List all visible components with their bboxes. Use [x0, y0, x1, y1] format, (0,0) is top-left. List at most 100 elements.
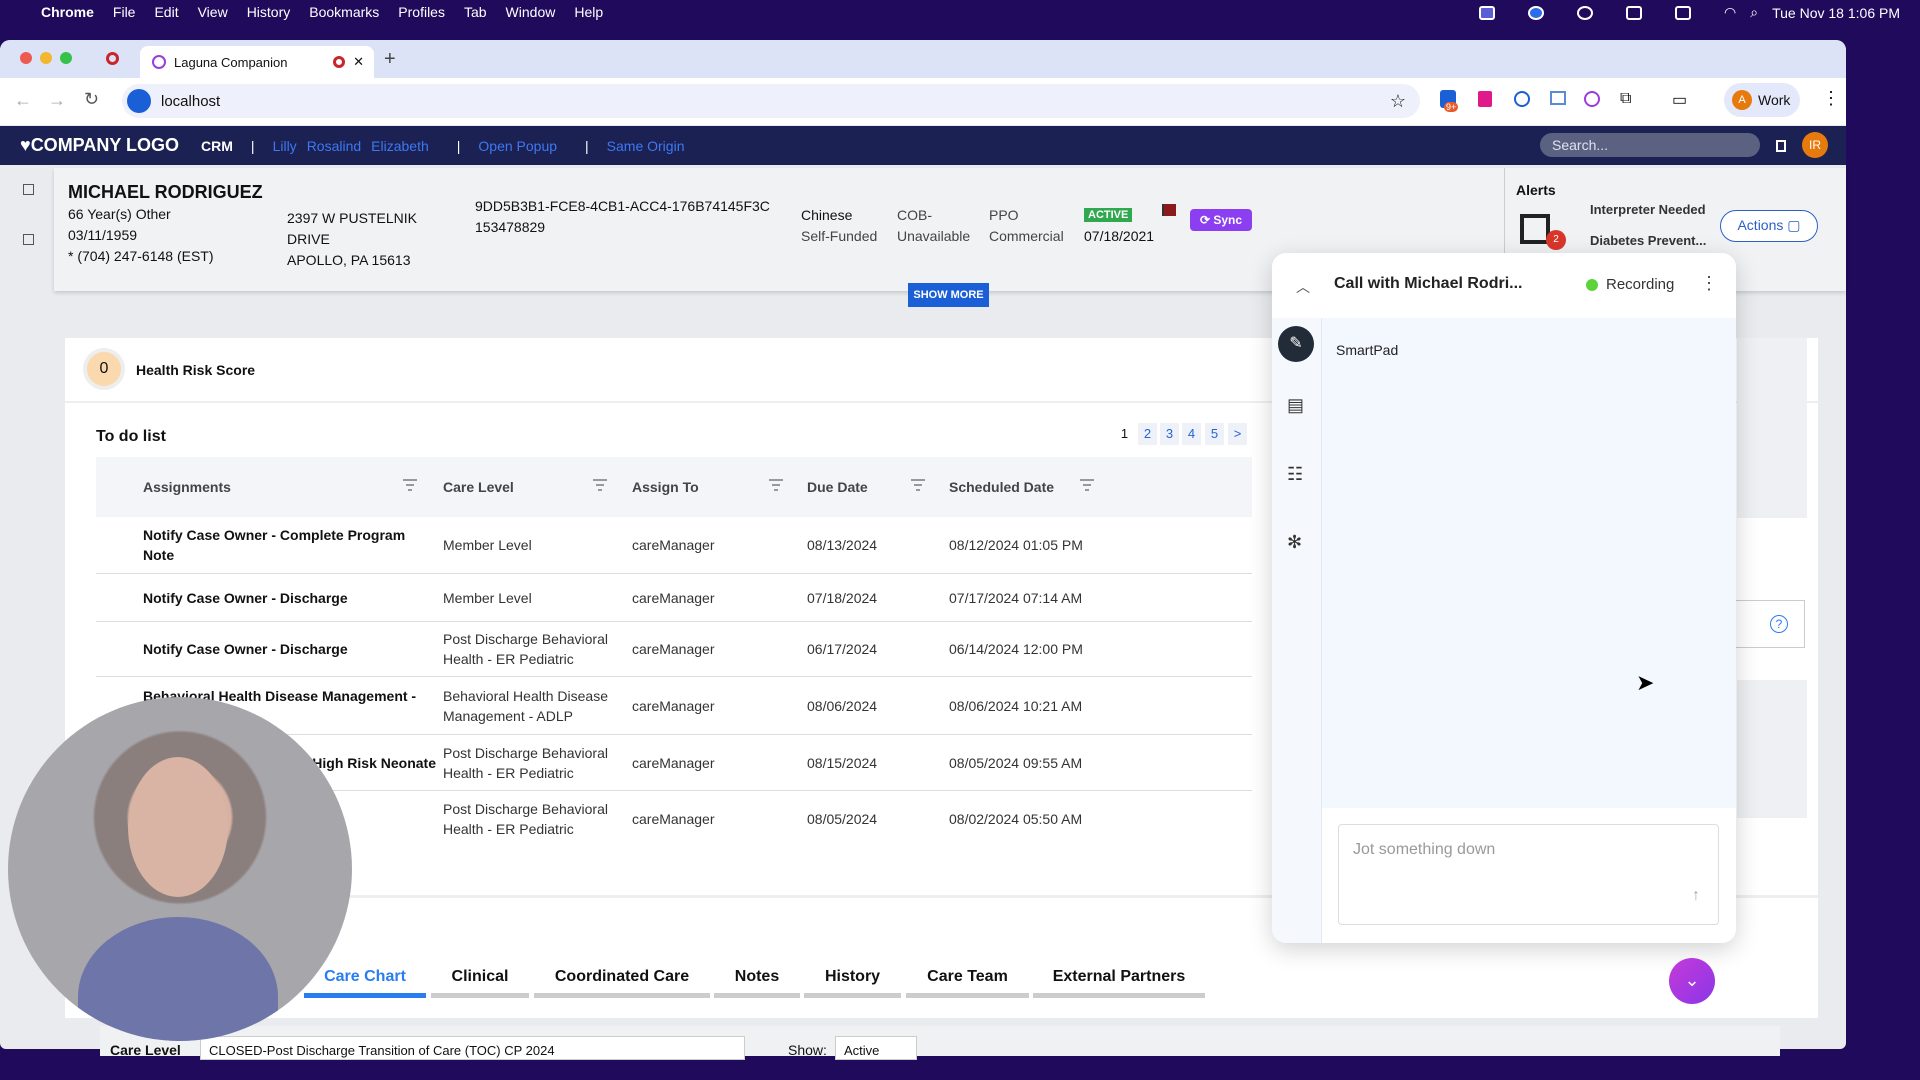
mail-extension-icon[interactable]	[1550, 91, 1566, 105]
menu-window[interactable]: Window	[506, 4, 556, 20]
tab-care-chart[interactable]: Care Chart	[304, 962, 426, 998]
actions-button[interactable]: Actions ▢	[1720, 210, 1818, 242]
bookmark-star-icon[interactable]: ☆	[1390, 91, 1406, 112]
minimize-window-button[interactable]	[40, 52, 52, 64]
filter-icon[interactable]	[769, 479, 783, 493]
patient-age-gender: 66 Year(s) Other	[68, 206, 171, 222]
browser-tab[interactable]: Laguna Companion ✕	[140, 46, 374, 78]
spotlight-icon[interactable]: ⌕	[1750, 4, 1758, 21]
profile-button[interactable]: A Work	[1724, 83, 1800, 117]
menu-app[interactable]: Chrome	[41, 4, 94, 20]
alert-item[interactable]: Diabetes Prevent...	[1590, 230, 1706, 251]
menu-tab[interactable]: Tab	[464, 4, 487, 20]
site-info-icon[interactable]	[127, 89, 151, 113]
col-assignments[interactable]: Assignments	[143, 457, 231, 517]
menu-view[interactable]: View	[198, 4, 228, 20]
side-checkbox[interactable]	[23, 184, 34, 195]
expand-chevron-button[interactable]: ⌄	[1669, 958, 1715, 1004]
nav-link-rosalind[interactable]: Rosalind	[307, 138, 361, 154]
alert-item[interactable]: Interpreter Needed	[1590, 199, 1706, 220]
show-select[interactable]: Active	[835, 1036, 917, 1060]
tab-care-team[interactable]: Care Team	[906, 962, 1029, 998]
menu-help[interactable]: Help	[574, 4, 603, 20]
transcript-icon[interactable]: ▤	[1287, 395, 1304, 416]
flag-icon[interactable]	[1162, 204, 1176, 216]
zoom-icon[interactable]	[1528, 5, 1545, 20]
tab-close-icon[interactable]: ✕	[353, 54, 364, 70]
tab-search-icon[interactable]: ▭	[1672, 90, 1687, 110]
close-window-button[interactable]	[20, 52, 32, 64]
page-1[interactable]: 1	[1115, 423, 1134, 445]
password-extension-icon[interactable]	[1514, 91, 1530, 107]
reload-icon[interactable]: ↻	[84, 89, 99, 110]
maximize-window-button[interactable]	[60, 52, 72, 64]
clock[interactable]: Tue Nov 18 1:06 PM	[1772, 5, 1900, 21]
show-more-button[interactable]: SHOW MORE	[908, 283, 989, 307]
col-due-date[interactable]: Due Date	[807, 457, 868, 517]
patient-phone: * (704) 247-6148 (EST)	[68, 248, 214, 264]
crm-link[interactable]: CRM	[201, 138, 233, 154]
note-input[interactable]: Jot something down	[1338, 824, 1719, 925]
recording-dot-icon	[1586, 279, 1598, 291]
laguna-extension-icon[interactable]	[1584, 91, 1600, 107]
more-options-icon[interactable]: ⋮	[1700, 273, 1718, 294]
browser-menu-icon[interactable]: ⋮	[1822, 88, 1840, 109]
company-logo[interactable]: ♥COMPANY LOGO	[20, 135, 179, 156]
snowflake-icon[interactable]: ✻	[1287, 532, 1302, 553]
address-bar[interactable]: localhost ☆	[122, 84, 1420, 118]
tab-history[interactable]: History	[804, 962, 901, 998]
table-row[interactable]: Notify Case Owner - Complete Program Not…	[96, 517, 1252, 574]
window-icon[interactable]	[1776, 140, 1786, 152]
menu-file[interactable]: File	[113, 4, 136, 20]
col-care-level[interactable]: Care Level	[443, 457, 514, 517]
table-row[interactable]: Notify Case Owner - Discharge Post Disch…	[96, 622, 1252, 677]
col-scheduled-date[interactable]: Scheduled Date	[949, 457, 1054, 517]
send-arrow-icon[interactable]: ↑	[1692, 887, 1700, 905]
menu-bookmarks[interactable]: Bookmarks	[309, 4, 379, 20]
tab-coordinated-care[interactable]: Coordinated Care	[534, 962, 710, 998]
page-3[interactable]: 3	[1160, 423, 1179, 445]
sync-button[interactable]: ⟳ Sync	[1190, 209, 1252, 231]
tab-notes[interactable]: Notes	[714, 962, 800, 998]
forward-icon[interactable]: →	[48, 90, 66, 111]
table-row[interactable]: Notify Case Owner - Discharge Member Lev…	[96, 574, 1252, 622]
back-icon[interactable]: ←	[14, 90, 32, 111]
new-tab-button[interactable]: +	[384, 48, 396, 71]
same-origin-link[interactable]: Same Origin	[607, 138, 685, 154]
recording-tab-icon[interactable]	[106, 52, 119, 65]
care-level-select[interactable]: CLOSED-Post Discharge Transition of Care…	[200, 1036, 745, 1060]
help-icon[interactable]: ?	[1770, 615, 1788, 633]
page-5[interactable]: 5	[1205, 423, 1224, 445]
page-2[interactable]: 2	[1138, 423, 1157, 445]
tab-external-partners[interactable]: External Partners	[1033, 962, 1205, 998]
col-assign-to[interactable]: Assign To	[632, 457, 699, 517]
menu-profiles[interactable]: Profiles	[398, 4, 445, 20]
side-checkbox[interactable]	[23, 234, 34, 245]
timer-icon[interactable]	[1577, 5, 1594, 20]
filter-icon[interactable]	[1080, 479, 1094, 493]
tab-clinical[interactable]: Clinical	[431, 962, 529, 998]
smartpad-pen-icon[interactable]: ✎	[1278, 326, 1314, 362]
screen-share-icon[interactable]	[1479, 5, 1496, 20]
list-icon[interactable]: ☷	[1287, 464, 1303, 485]
page-4[interactable]: 4	[1182, 423, 1201, 445]
assignment: Notify Case Owner - Complete Program Not…	[143, 527, 406, 563]
extension-icon[interactable]	[1478, 91, 1492, 107]
nav-link-elizabeth[interactable]: Elizabeth	[371, 138, 429, 154]
menu-history[interactable]: History	[247, 4, 291, 20]
search-input[interactable]: Search...	[1540, 133, 1760, 157]
filter-icon[interactable]	[403, 479, 417, 493]
user-avatar[interactable]: IR	[1802, 132, 1828, 158]
battery-icon[interactable]	[1675, 5, 1692, 20]
filter-icon[interactable]	[911, 479, 925, 493]
open-popup-link[interactable]: Open Popup	[478, 138, 557, 154]
collapse-chevron-icon[interactable]: ︿	[1296, 277, 1310, 297]
extensions-puzzle-icon[interactable]: ⧉	[1620, 90, 1631, 108]
menu-edit[interactable]: Edit	[154, 4, 178, 20]
due-date: 08/06/2024	[807, 697, 878, 714]
next-page[interactable]: >	[1228, 423, 1247, 445]
nav-link-lilly[interactable]: Lilly	[273, 138, 297, 154]
filter-icon[interactable]	[593, 479, 607, 493]
notes-icon[interactable]	[1626, 5, 1643, 20]
wifi-icon[interactable]: ◠	[1724, 4, 1736, 21]
